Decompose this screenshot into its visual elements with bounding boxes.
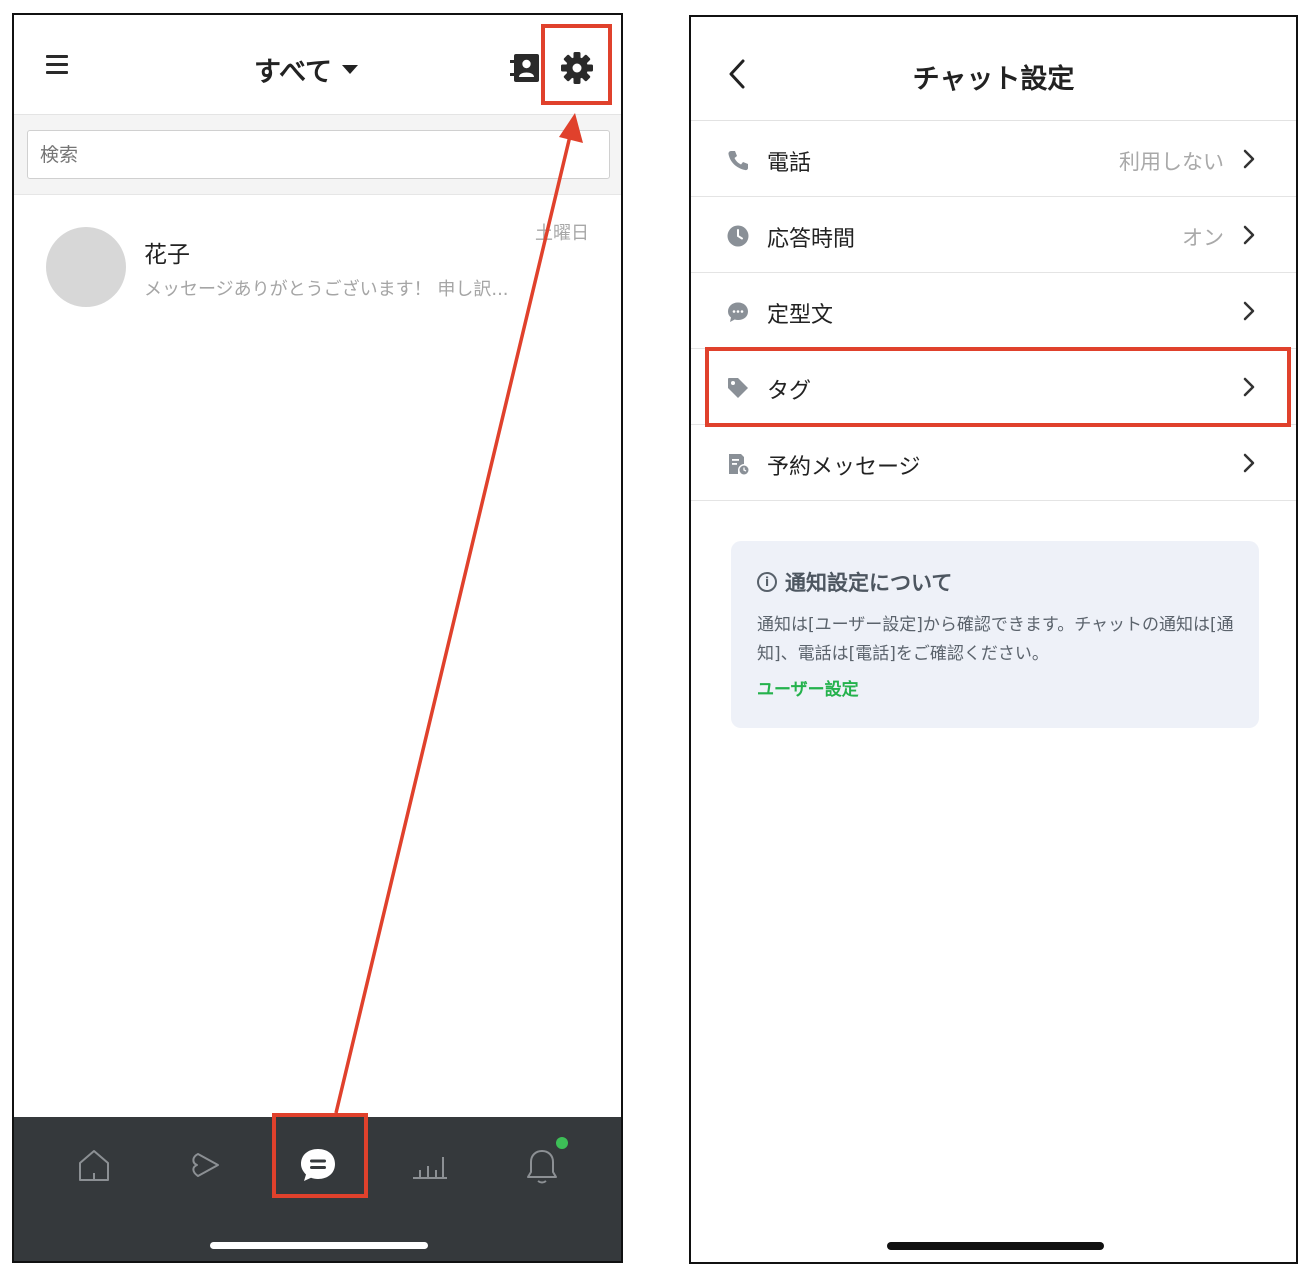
tag-row-highlight-box	[705, 347, 1291, 427]
home-icon	[79, 1150, 109, 1181]
scheduled-message-icon	[729, 454, 749, 475]
info-body: 通知は[ユーザー設定]から確認できます。チャットの通知は[通知]、電話は[電話]…	[757, 615, 1234, 664]
chat-tab-highlight-box	[272, 1113, 368, 1198]
settings-item-scheduled-messages[interactable]: 予約メッセージ	[691, 425, 1296, 501]
settings-item-label: 定型文	[767, 303, 834, 328]
chat-filter-dropdown[interactable]: すべて	[254, 50, 359, 89]
search-input[interactable]	[27, 130, 610, 179]
info-title: 通知設定について	[785, 571, 953, 595]
gear-highlight-box	[541, 24, 612, 105]
chat-list-header: すべて	[14, 15, 621, 115]
voom-icon	[192, 1153, 219, 1177]
phone-icon	[728, 151, 748, 171]
chat-settings-header: チャット設定	[691, 17, 1296, 121]
notification-dot	[556, 1137, 568, 1149]
chat-date: 土曜日	[535, 223, 589, 244]
chat-message-preview: メッセージありがとうございます！ 申し訳...	[144, 279, 509, 300]
settings-item-phone[interactable]: 電話 利用しない	[691, 121, 1296, 197]
hamburger-menu-icon[interactable]	[46, 55, 68, 77]
settings-item-label: 応答時間	[767, 227, 856, 252]
chevron-right-icon	[1243, 149, 1255, 169]
chat-filter-label: すべて	[254, 57, 333, 88]
settings-item-label: 予約メッセージ	[767, 455, 921, 480]
settings-item-canned-messages[interactable]: 定型文	[691, 273, 1296, 349]
user-settings-link[interactable]: ユーザー設定	[757, 675, 859, 700]
notification-info-box: i 通知設定について 通知は[ユーザー設定]から確認できます。チャットの通知は[…	[731, 541, 1259, 728]
info-title-row: i 通知設定について	[757, 567, 952, 597]
home-indicator	[887, 1242, 1104, 1250]
settings-item-label: 電話	[767, 151, 812, 176]
home-indicator	[210, 1242, 428, 1249]
chat-list-screen: すべて 検索 花子 メッセージありがとうございます！ 申し訳... 土曜日	[12, 13, 623, 1263]
chevron-right-icon	[1243, 225, 1255, 245]
settings-item-value: 利用しない	[1119, 150, 1224, 174]
chevron-right-icon	[1243, 453, 1255, 473]
tab-home[interactable]	[64, 1135, 124, 1195]
speech-bubble-icon	[728, 302, 748, 322]
caret-down-icon	[342, 65, 359, 74]
page-title: チャット設定	[912, 64, 1075, 95]
chat-list-item[interactable]: 花子 メッセージありがとうございます！ 申し訳... 土曜日	[14, 195, 621, 340]
chat-settings-screen: チャット設定 電話 利用しない 応答時間 オン 定型文 タグ 予約メッセージ i…	[689, 15, 1298, 1264]
chevron-right-icon	[1243, 301, 1255, 321]
bell-icon	[527, 1150, 557, 1184]
tab-voom[interactable]	[176, 1135, 236, 1195]
search-bar	[14, 115, 621, 195]
analytics-icon	[413, 1157, 447, 1179]
contacts-icon[interactable]	[509, 53, 541, 83]
info-icon: i	[757, 572, 777, 592]
tab-notifications[interactable]	[512, 1135, 572, 1195]
settings-item-response-time[interactable]: 応答時間 オン	[691, 197, 1296, 273]
chat-contact-name: 花子	[144, 242, 190, 268]
tab-analytics[interactable]	[400, 1135, 460, 1195]
settings-item-value: オン	[1182, 226, 1224, 250]
clock-icon	[727, 225, 749, 247]
avatar	[46, 227, 126, 307]
